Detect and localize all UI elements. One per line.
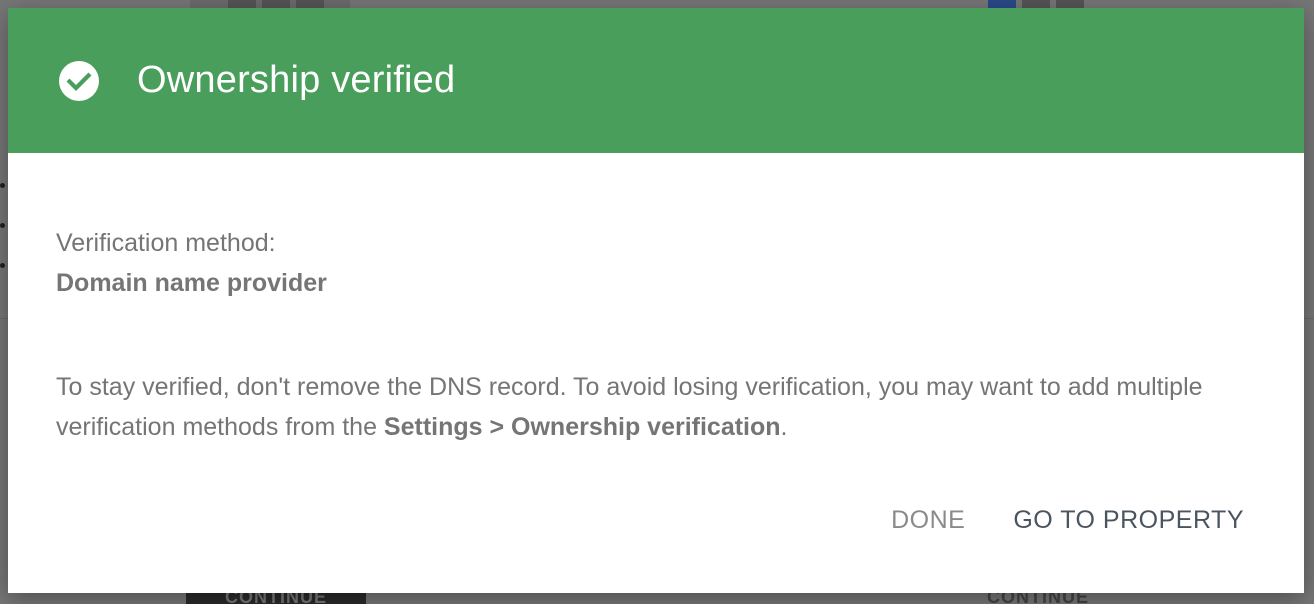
bg-bullet [0, 263, 5, 268]
go-to-property-button[interactable]: GO TO PROPERTY [1001, 498, 1256, 543]
bg-icon-fragment [262, 0, 290, 8]
bg-icon-fragment [1022, 0, 1050, 8]
verification-notice: To stay verified, don't remove the DNS r… [56, 367, 1256, 447]
dialog-body: Verification method: Domain name provide… [8, 153, 1304, 447]
done-button[interactable]: DONE [879, 498, 977, 543]
bg-continue-button-left: CONTINUE [186, 592, 366, 604]
dialog-actions: DONE GO TO PROPERTY [879, 498, 1256, 543]
verification-method-label: Verification method: [56, 229, 276, 257]
verification-method-value: Domain name provider [56, 269, 327, 297]
bg-icon-fragment [988, 0, 1016, 8]
settings-path: Settings > Ownership verification [383, 413, 781, 441]
ownership-verified-dialog: Ownership verified Verification method: … [8, 8, 1304, 593]
dialog-title: Ownership verified [137, 59, 456, 101]
dialog-header: Ownership verified [8, 8, 1304, 153]
bg-icon-fragment [296, 0, 324, 8]
bg-icon-fragment [1056, 0, 1084, 8]
bg-bullet [0, 183, 5, 188]
bg-icon-fragment [228, 0, 256, 8]
bg-bullet [0, 223, 5, 228]
notice-end: . [780, 413, 788, 441]
bg-continue-button-right: CONTINUE [987, 592, 1089, 604]
check-circle-icon [58, 60, 100, 102]
